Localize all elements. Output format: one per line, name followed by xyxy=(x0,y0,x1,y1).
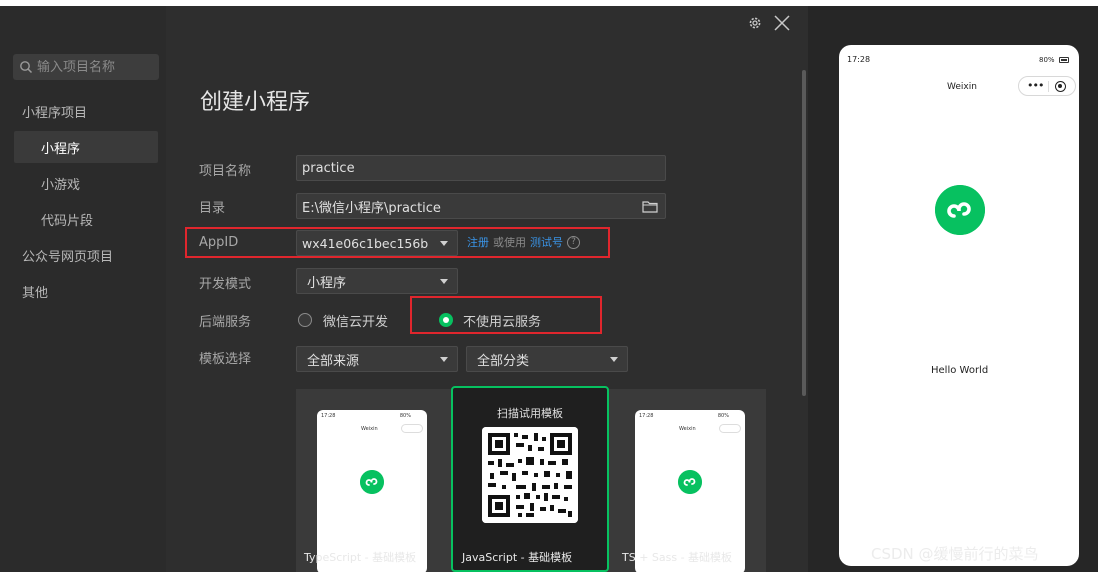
project-name-value: practice xyxy=(302,160,355,176)
radio-cloud-dev[interactable] xyxy=(298,313,312,327)
dev-mode-value: 小程序 xyxy=(307,275,347,291)
qr-code xyxy=(482,427,578,523)
sidebar: 小程序项目 小程序 小游戏 代码片段 公众号网页项目 其他 xyxy=(0,6,166,572)
miniprogram-logo-icon xyxy=(678,470,702,494)
close-target-icon xyxy=(1055,81,1066,92)
phone-battery: 80% xyxy=(1039,56,1055,64)
radio-no-cloud[interactable] xyxy=(439,313,453,327)
register-link[interactable]: 注册 xyxy=(467,234,489,250)
chevron-down-icon xyxy=(610,357,618,362)
template-phone-title: Weixin xyxy=(679,426,696,432)
appid-label: AppID xyxy=(199,235,239,250)
close-icon[interactable] xyxy=(773,14,791,32)
sidebar-item-selected-bg xyxy=(14,131,158,163)
hello-world-text: Hello World xyxy=(931,365,989,376)
or-use-text: 或使用 xyxy=(493,236,526,249)
template-capsule-icon xyxy=(401,424,423,433)
appid-value: wx41e06c1bec156b3e xyxy=(302,235,429,251)
sidebar-item-miniprogram[interactable]: 小程序 xyxy=(41,138,80,157)
dev-mode-select[interactable]: 小程序 xyxy=(296,268,458,294)
sidebar-item-minigame[interactable]: 小游戏 xyxy=(41,174,80,193)
sidebar-section-miniprogram-projects: 小程序项目 xyxy=(22,106,88,121)
capsule-menu: ••• xyxy=(1018,76,1076,96)
project-name-label: 项目名称 xyxy=(199,164,252,179)
preview-panel: 17:28 80% Weixin ••• Hello World xyxy=(808,6,1098,572)
sidebar-item-other[interactable]: 其他 xyxy=(22,282,48,301)
appid-links: 注册 或使用 测试号 ? xyxy=(467,234,580,250)
create-project-panel: 创建小程序 项目名称 practice 目录 E:\微信小程序\practice… xyxy=(166,6,808,572)
appid-select[interactable]: wx41e06c1bec156b3e xyxy=(296,230,458,256)
radio-no-cloud-label[interactable]: 不使用云服务 xyxy=(463,311,541,330)
search-icon xyxy=(20,61,33,74)
capsule-divider xyxy=(1048,81,1049,92)
template-card-typescript[interactable]: 17:28 80% Weixin TypeScript - 基础模板 xyxy=(296,389,448,572)
directory-label: 目录 xyxy=(199,201,226,216)
help-icon[interactable]: ? xyxy=(567,235,580,249)
template-capsule-icon xyxy=(719,424,741,433)
template-phone-battery: 80% xyxy=(399,413,411,419)
phone-title: Weixin xyxy=(947,82,977,92)
template-label: 模板选择 xyxy=(199,352,252,367)
miniprogram-logo-icon xyxy=(935,185,985,235)
template-source-value: 全部来源 xyxy=(307,353,360,369)
chevron-down-icon xyxy=(440,241,448,246)
watermark: CSDN @缓慢前行的菜鸟 xyxy=(871,545,1039,563)
project-name-input[interactable]: practice xyxy=(296,155,666,181)
sidebar-item-code-snippet[interactable]: 代码片段 xyxy=(41,210,93,229)
template-phone-preview: 17:28 80% Weixin xyxy=(635,410,745,572)
template-phone-battery: 80% xyxy=(717,413,729,419)
template-phone-title: Weixin xyxy=(361,426,378,432)
chevron-down-icon xyxy=(440,357,448,362)
search-box[interactable] xyxy=(13,54,159,80)
directory-input[interactable]: E:\微信小程序\practice xyxy=(296,193,666,219)
template-list: 17:28 80% Weixin TypeScript - 基础模板 扫描试用模… xyxy=(296,386,766,572)
template-card-ts-sass[interactable]: 17:28 80% Weixin TS + Sass - 基础模板 xyxy=(614,389,766,572)
template-phone-preview: 17:28 80% Weixin xyxy=(317,410,427,572)
page-title: 创建小程序 xyxy=(200,90,311,115)
template-name: TypeScript - 基础模板 xyxy=(304,551,417,564)
template-category-select[interactable]: 全部分类 xyxy=(466,346,628,372)
template-name: JavaScript - 基础模板 xyxy=(462,551,573,564)
scan-template-label: 扫描试用模板 xyxy=(497,407,563,420)
chevron-down-icon xyxy=(440,279,448,284)
folder-icon[interactable] xyxy=(642,200,658,213)
test-account-link[interactable]: 测试号 xyxy=(530,234,563,250)
template-phone-time: 17:28 xyxy=(321,413,336,419)
more-dots-icon: ••• xyxy=(1027,79,1044,92)
directory-value: E:\微信小程序\practice xyxy=(302,200,441,216)
phone-time: 17:28 xyxy=(847,55,871,64)
template-source-select[interactable]: 全部来源 xyxy=(296,346,458,372)
radio-cloud-dev-label[interactable]: 微信云开发 xyxy=(323,311,388,330)
template-card-javascript[interactable]: 扫描试用模板 JavaScript - 基础模板 xyxy=(451,386,609,572)
dev-mode-label: 开发模式 xyxy=(199,277,252,292)
template-phone-time: 17:28 xyxy=(639,413,654,419)
scrollbar[interactable] xyxy=(802,70,806,396)
phone-preview: 17:28 80% Weixin ••• Hello World xyxy=(839,45,1079,566)
miniprogram-logo-icon xyxy=(360,470,384,494)
template-category-value: 全部分类 xyxy=(477,353,530,369)
sidebar-item-official-account-web[interactable]: 公众号网页项目 xyxy=(22,246,113,265)
backend-label: 后端服务 xyxy=(199,315,252,330)
gear-icon[interactable] xyxy=(747,15,763,31)
template-name: TS + Sass - 基础模板 xyxy=(622,551,733,564)
battery-icon xyxy=(1059,57,1069,63)
search-input[interactable] xyxy=(37,59,155,75)
